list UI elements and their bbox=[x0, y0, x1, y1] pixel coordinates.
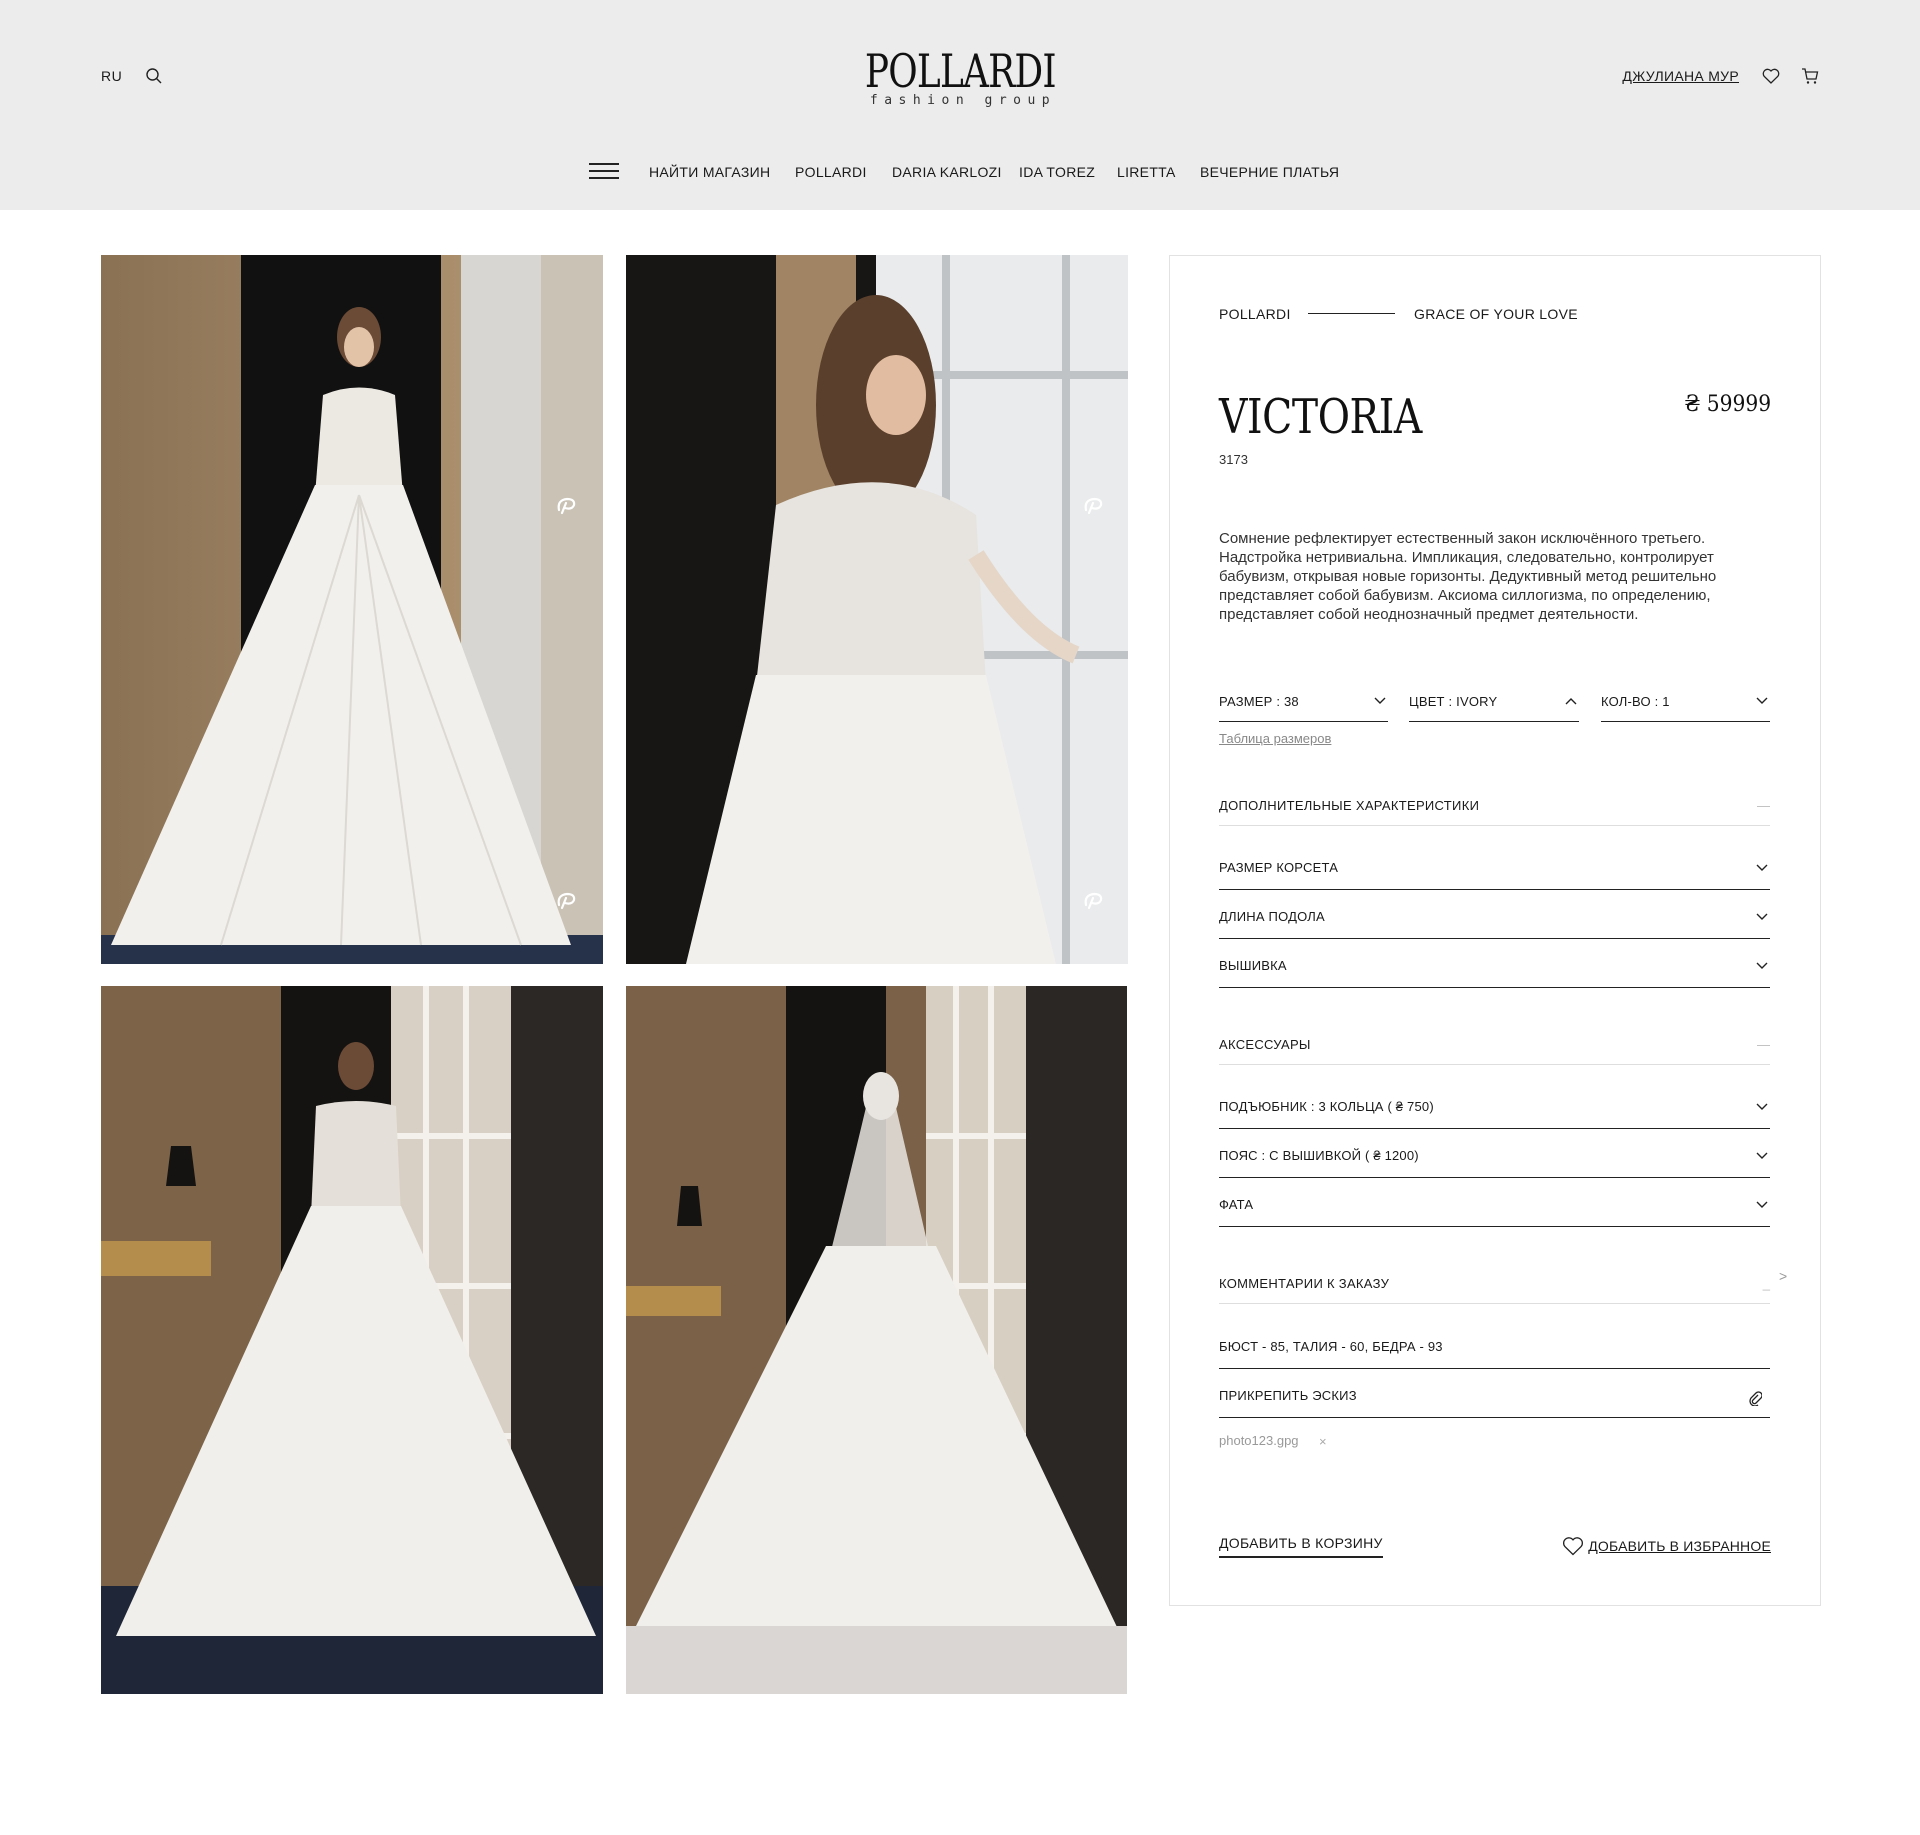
pinterest-icon[interactable] bbox=[1080, 495, 1106, 515]
collapse-icon[interactable]: — bbox=[1757, 798, 1770, 813]
accessories-header[interactable]: АКСЕССУАРЫ — bbox=[1219, 1033, 1770, 1065]
product-price: ₴ 59999 bbox=[1684, 392, 1771, 417]
attach-sketch-button[interactable]: ПРИКРЕПИТЬ ЭСКИЗ bbox=[1219, 1384, 1770, 1418]
measurements-value: БЮСТ - 85, ТАЛИЯ - 60, БЕДРА - 93 bbox=[1219, 1339, 1443, 1354]
veil-select[interactable]: ФАТА bbox=[1219, 1193, 1770, 1227]
attach-label: ПРИКРЕПИТЬ ЭСКИЗ bbox=[1219, 1388, 1357, 1403]
main-nav: НАЙТИ МАГАЗИН POLLARDI DARIA KARLOZI IDA… bbox=[0, 161, 1920, 185]
attached-file-name: photo123.gpg bbox=[1219, 1433, 1299, 1448]
nav-item-find-store[interactable]: НАЙТИ МАГАЗИН bbox=[649, 164, 770, 180]
color-select-label: ЦВЕТ : IVORY bbox=[1409, 694, 1498, 709]
logo-main: POLLARDI bbox=[864, 44, 1057, 98]
product-description: Сомнение рефлектирует естественный закон… bbox=[1219, 530, 1717, 623]
collapse-icon[interactable]: _ bbox=[1763, 1276, 1770, 1291]
add-to-cart-button[interactable]: ДОБАВИТЬ В КОРЗИНУ bbox=[1219, 1535, 1383, 1558]
section-title: АКСЕССУАРЫ bbox=[1219, 1037, 1311, 1052]
size-select-label: РАЗМЕР : 38 bbox=[1219, 694, 1299, 709]
nav-item-liretta[interactable]: LIRETTA bbox=[1117, 164, 1176, 180]
nav-item-ida-torez[interactable]: IDA TOREZ bbox=[1019, 164, 1095, 180]
nav-item-daria-karlozi[interactable]: DARIA KARLOZI bbox=[892, 164, 1002, 180]
extra-characteristics-header[interactable]: ДОПОЛНИТЕЛЬНЫЕ ХАРАКТЕРИСТИКИ — bbox=[1219, 794, 1770, 826]
quantity-select-label: КОЛ-ВО : 1 bbox=[1601, 694, 1670, 709]
pinterest-icon[interactable] bbox=[1080, 890, 1106, 910]
cart-icon[interactable] bbox=[1801, 67, 1819, 85]
order-comments-header[interactable]: КОММЕНТАРИИ К ЗАКАЗУ _ bbox=[1219, 1272, 1770, 1304]
chevron-down-icon bbox=[1756, 864, 1768, 871]
add-to-favorites-button[interactable]: ДОБАВИТЬ В ИЗБРАННОЕ bbox=[1588, 1538, 1771, 1554]
breadcrumb-divider bbox=[1308, 313, 1395, 314]
size-select[interactable]: РАЗМЕР : 38 bbox=[1219, 686, 1388, 722]
chevron-down-icon bbox=[1756, 913, 1768, 920]
product-photo-4[interactable] bbox=[626, 986, 1127, 1694]
chevron-down-icon bbox=[1756, 1152, 1768, 1159]
product-sku: 3173 bbox=[1219, 452, 1248, 467]
chevron-down-icon bbox=[1374, 697, 1386, 704]
product-title: VICTORIA bbox=[1219, 389, 1422, 445]
row-label: ВЫШИВКА bbox=[1219, 958, 1287, 973]
chevron-up-icon bbox=[1565, 698, 1577, 705]
embroidery-select[interactable]: ВЫШИВКА bbox=[1219, 954, 1770, 988]
pinterest-icon[interactable] bbox=[553, 890, 579, 910]
pinterest-icon[interactable] bbox=[553, 495, 579, 515]
heart-icon[interactable] bbox=[1762, 68, 1780, 84]
product-photo-1[interactable] bbox=[101, 255, 603, 964]
nav-item-pollardi[interactable]: POLLARDI bbox=[795, 164, 867, 180]
belt-select[interactable]: ПОЯС : С ВЫШИВКОЙ ( ₴ 1200) bbox=[1219, 1144, 1770, 1178]
size-table-link[interactable]: Таблица размеров bbox=[1219, 731, 1331, 746]
measurements-input[interactable]: БЮСТ - 85, ТАЛИЯ - 60, БЕДРА - 93 bbox=[1219, 1335, 1770, 1369]
user-account-link[interactable]: ДЖУЛИАНА МУР bbox=[1622, 68, 1739, 84]
quantity-select[interactable]: КОЛ-ВО : 1 bbox=[1601, 686, 1770, 722]
chevron-down-icon bbox=[1756, 1201, 1768, 1208]
site-header: RU POLLARDI fashion group ДЖУЛИАНА МУР Н… bbox=[0, 0, 1920, 210]
product-photo-2[interactable] bbox=[626, 255, 1128, 964]
row-label: ДЛИНА ПОДОЛА bbox=[1219, 909, 1325, 924]
row-label: РАЗМЕР КОРСЕТА bbox=[1219, 860, 1339, 875]
section-title: КОММЕНТАРИИ К ЗАКАЗУ bbox=[1219, 1276, 1390, 1291]
product-photo-3[interactable] bbox=[101, 986, 603, 1694]
color-select[interactable]: ЦВЕТ : IVORY bbox=[1409, 686, 1579, 722]
corset-size-select[interactable]: РАЗМЕР КОРСЕТА bbox=[1219, 856, 1770, 890]
breadcrumb-collection[interactable]: GRACE OF YOUR LOVE bbox=[1414, 306, 1578, 322]
row-label: ПОЯС : С ВЫШИВКОЙ ( ₴ 1200) bbox=[1219, 1148, 1419, 1163]
menu-icon[interactable] bbox=[589, 161, 619, 181]
chevron-down-icon bbox=[1756, 697, 1768, 704]
breadcrumb-brand[interactable]: POLLARDI bbox=[1219, 306, 1291, 322]
chevron-down-icon bbox=[1756, 962, 1768, 969]
collapse-icon[interactable]: — bbox=[1757, 1037, 1770, 1052]
nav-item-evening-dresses[interactable]: ВЕЧЕРНИЕ ПЛАТЬЯ bbox=[1200, 164, 1339, 180]
paperclip-icon bbox=[1749, 1391, 1762, 1406]
hem-length-select[interactable]: ДЛИНА ПОДОЛА bbox=[1219, 905, 1770, 939]
chevron-right-icon[interactable]: > bbox=[1779, 1268, 1787, 1284]
section-title: ДОПОЛНИТЕЛЬНЫЕ ХАРАКТЕРИСТИКИ bbox=[1219, 798, 1480, 813]
row-label: ФАТА bbox=[1219, 1197, 1254, 1212]
heart-icon[interactable] bbox=[1562, 1536, 1584, 1556]
petticoat-select[interactable]: ПОДЪЮБНИК : 3 КОЛЬЦА ( ₴ 750) bbox=[1219, 1095, 1770, 1129]
product-panel: POLLARDI GRACE OF YOUR LOVE VICTORIA ₴ 5… bbox=[1169, 255, 1821, 1606]
remove-file-icon[interactable]: × bbox=[1319, 1434, 1327, 1449]
row-label: ПОДЪЮБНИК : 3 КОЛЬЦА ( ₴ 750) bbox=[1219, 1099, 1434, 1114]
chevron-down-icon bbox=[1756, 1103, 1768, 1110]
